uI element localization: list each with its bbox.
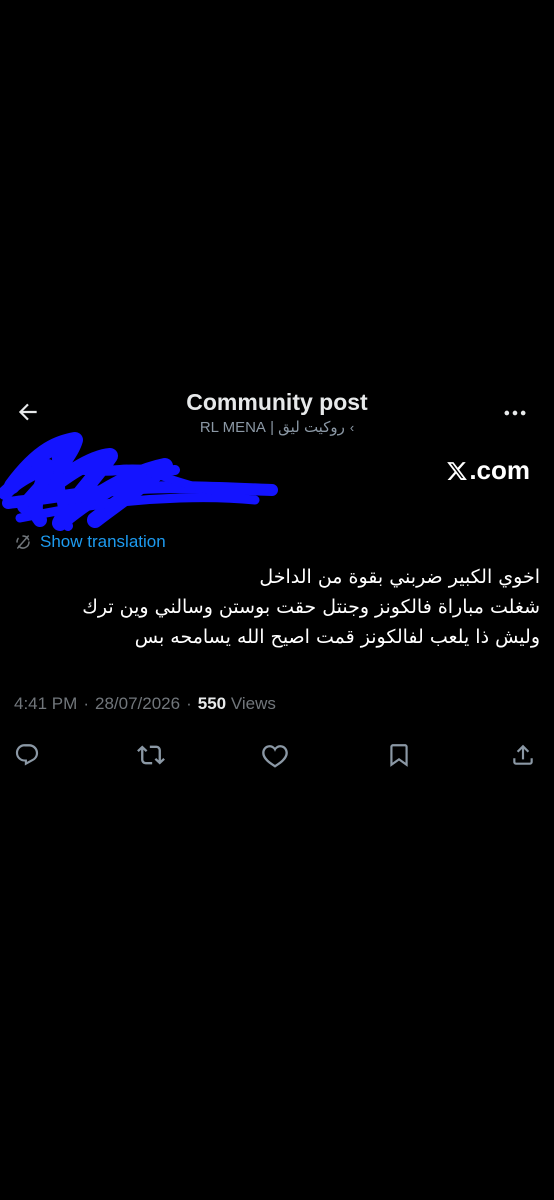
post-body: اخوي الكبير ضربني بقوة من الداخل شغلت مب… [14,562,540,652]
bookmark-button[interactable] [382,738,416,772]
action-bar [0,738,554,772]
watermark-text: .com [469,455,530,485]
show-translation-label: Show translation [40,532,166,551]
meta-separator: · [83,694,89,713]
repost-icon [137,745,165,765]
views-label: Views [230,694,276,713]
views-count: 550 [197,694,227,713]
back-button[interactable] [10,394,46,430]
x-logo-icon [447,461,468,480]
repost-button[interactable] [134,738,168,772]
x-watermark: .com [446,455,530,486]
views-group[interactable]: 550 Views [198,694,276,714]
like-button[interactable] [258,738,292,772]
reply-icon [15,744,39,766]
post-text-line: وليش ذا يلعب لفالكونز قمت اصيح الله يسام… [134,626,540,648]
meta-separator: · [186,694,192,713]
reply-button[interactable] [10,738,44,772]
translate-icon [16,535,30,549]
post-date[interactable]: 28/07/2026 [95,694,180,714]
page-title: Community post [186,389,368,415]
author-redaction-scribble [0,432,278,531]
bookmark-icon [390,744,408,767]
show-translation-button[interactable]: Show translation [14,532,166,552]
more-horizontal-icon [504,410,526,416]
heart-icon [262,745,288,768]
share-button[interactable] [506,738,540,772]
post-meta: 4:41 PM · 28/07/2026 · 550 Views [14,694,276,714]
post-text-line: اخوي الكبير ضربني بقوة من الداخل [259,566,540,588]
post-time[interactable]: 4:41 PM [14,694,77,714]
more-options-button[interactable] [498,396,532,430]
share-icon [513,744,533,765]
chevron-right-icon: ‹ [349,420,355,435]
post-text-line: شغلت مباراة فالكونز وجنتل حقت بوستن وسال… [82,596,540,618]
arrow-left-icon [18,403,37,421]
